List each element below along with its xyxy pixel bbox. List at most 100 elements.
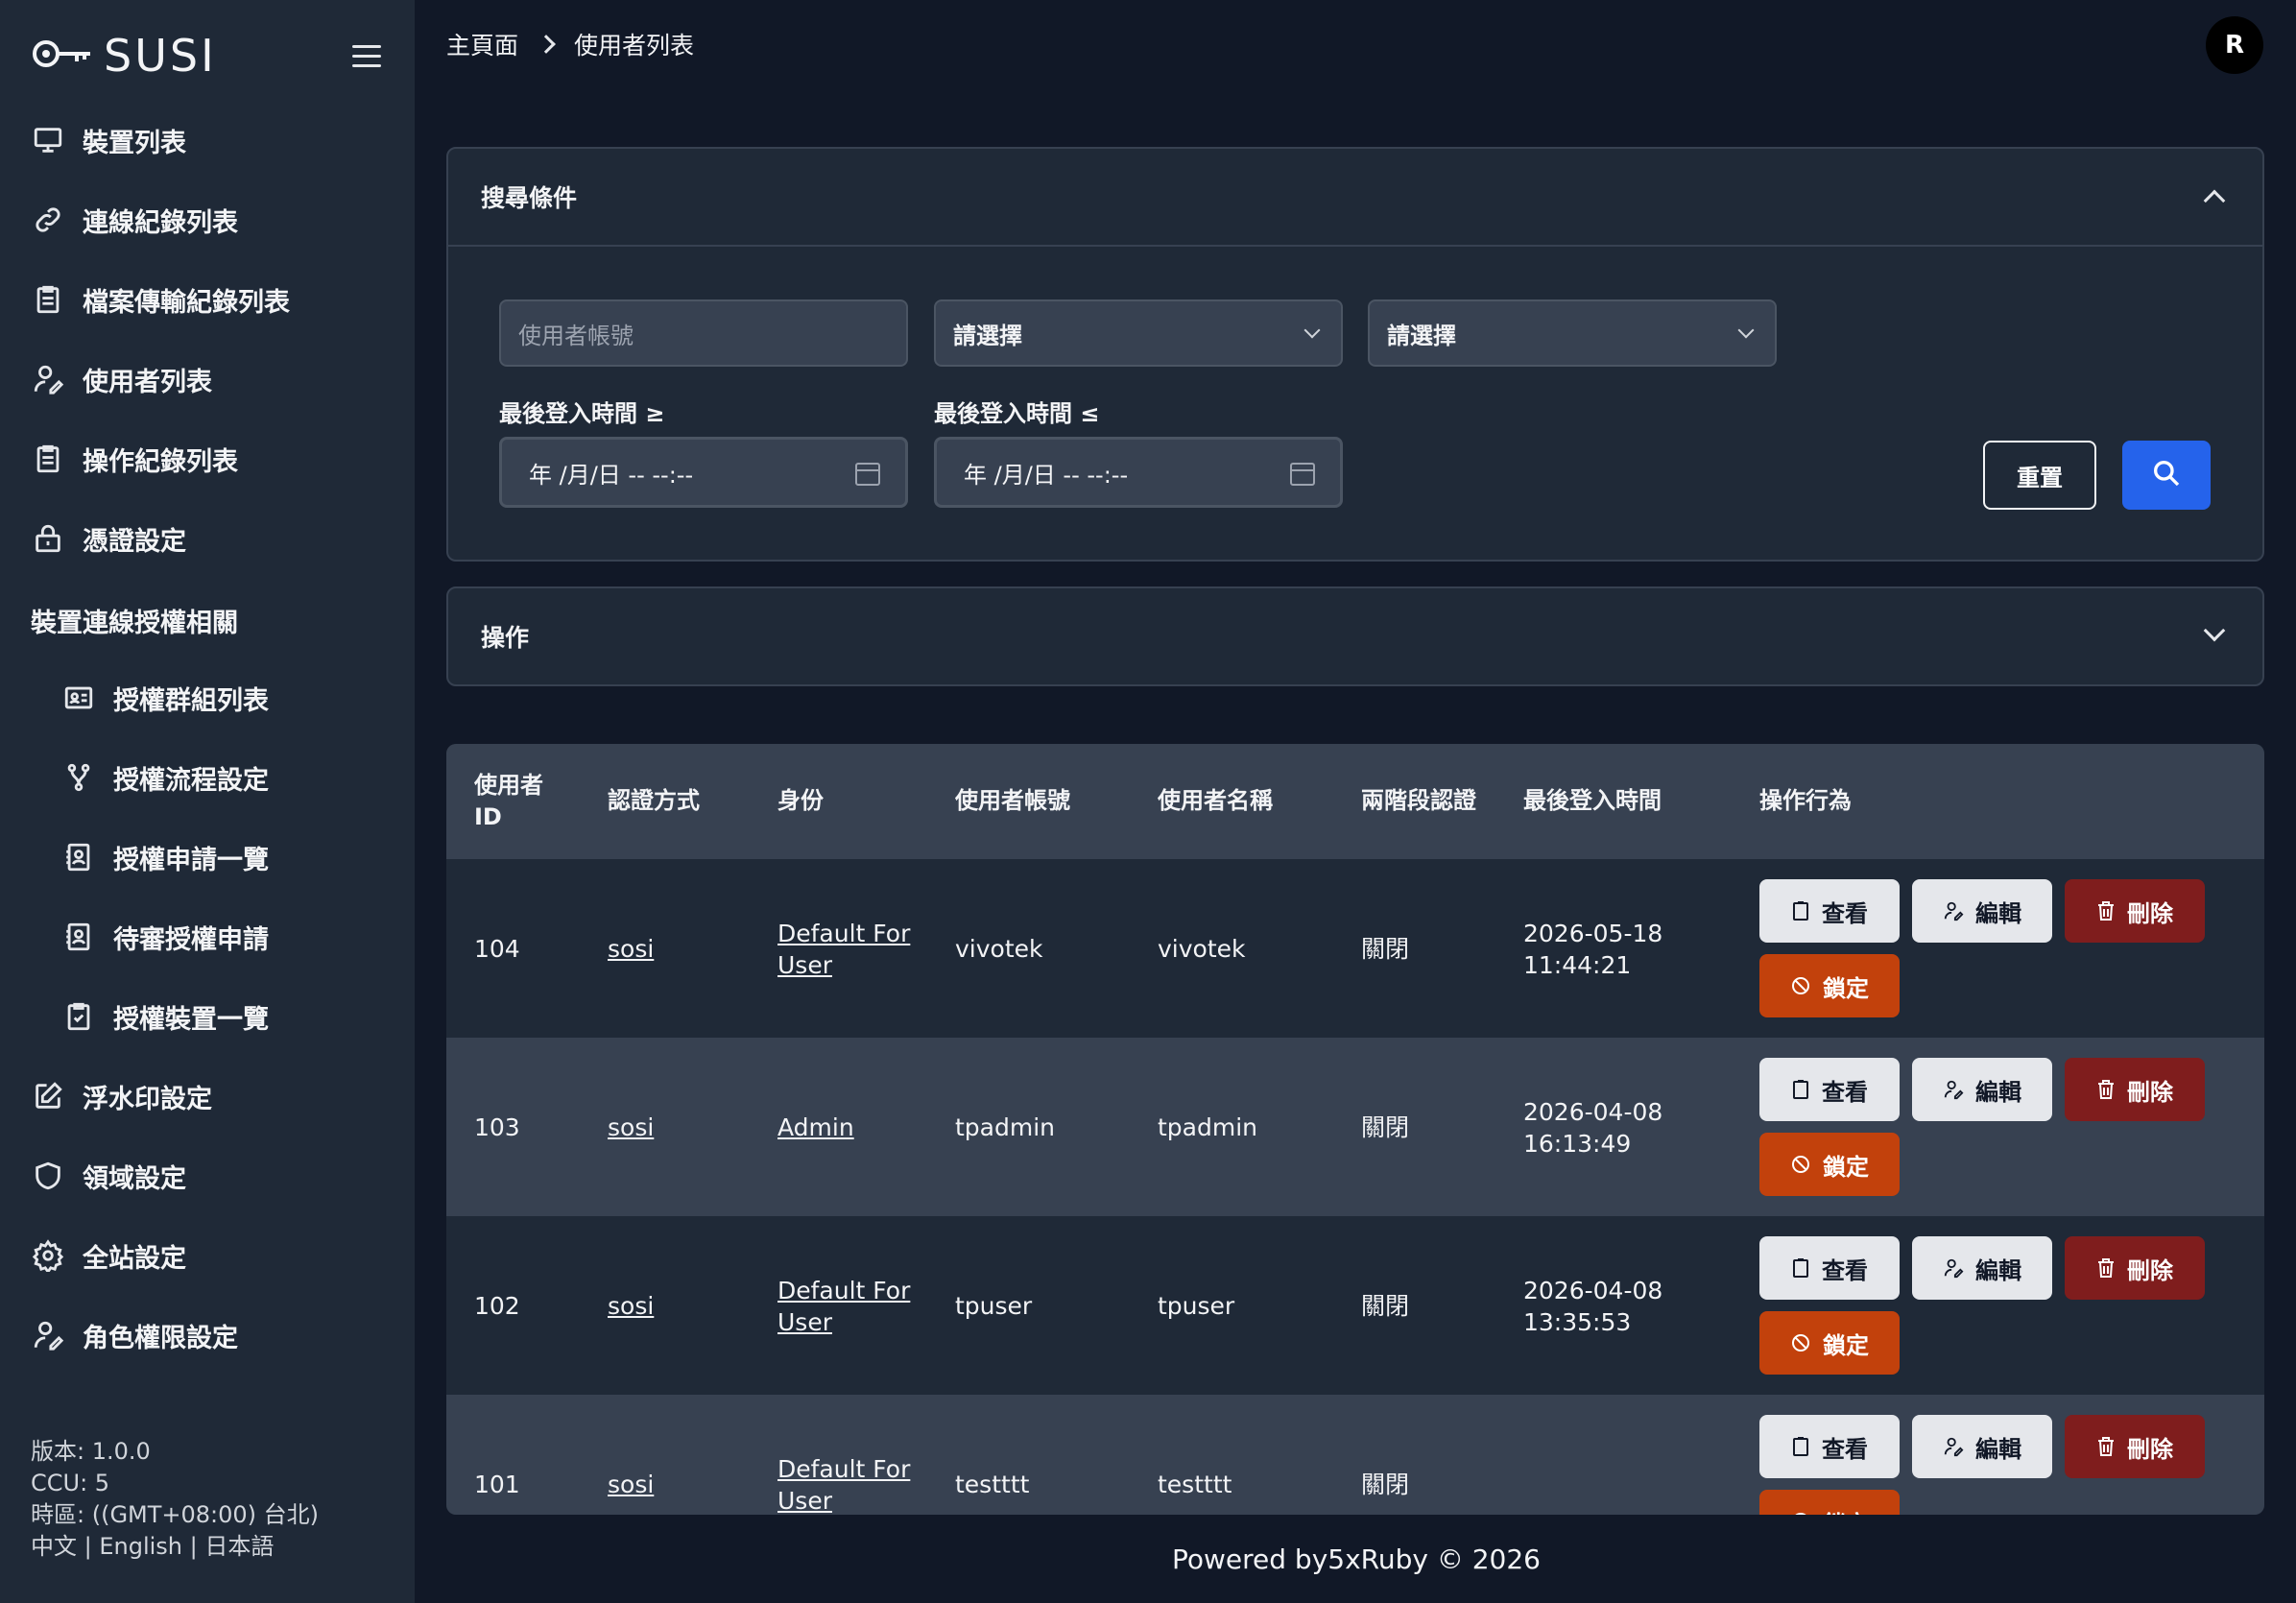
lock-button[interactable]: 鎖定 xyxy=(1759,1311,1900,1375)
edit-button[interactable]: 編輯 xyxy=(1912,1236,2052,1300)
delete-button[interactable]: 刪除 xyxy=(2065,1236,2205,1300)
header-user-id[interactable]: 使用者 ID xyxy=(474,770,543,833)
sidebar-item-auth-groups[interactable]: 授權群組列表 xyxy=(61,671,269,725)
cell-user-id: 101 xyxy=(474,1471,520,1498)
avatar[interactable]: R xyxy=(2206,16,2263,74)
lock-label: 鎖定 xyxy=(1823,1153,1869,1181)
menu-toggle-icon[interactable] xyxy=(349,38,384,73)
sidebar-item-users[interactable]: 使用者列表 xyxy=(31,352,212,406)
powered-by-footer: Powered by5xRuby © 2026 xyxy=(0,1543,2296,1575)
search-button[interactable] xyxy=(2122,441,2211,510)
edit-button[interactable]: 編輯 xyxy=(1912,879,2052,943)
edit-label: 編輯 xyxy=(1975,1078,2021,1106)
cell-user-id: 102 xyxy=(474,1292,520,1320)
sidebar-item-label: 浮水印設定 xyxy=(83,1084,212,1114)
chevron-right-icon xyxy=(537,35,556,54)
cell-role-link[interactable]: Default For User xyxy=(777,1453,910,1515)
lock-button[interactable]: 鎖定 xyxy=(1759,954,1900,1017)
chevron-up-icon[interactable] xyxy=(2203,189,2226,212)
sidebar-item-role-permissions[interactable]: 角色權限設定 xyxy=(31,1308,238,1362)
sidebar-item-site-settings[interactable]: 全站設定 xyxy=(31,1229,186,1282)
cell-auth-link[interactable]: sosi xyxy=(608,1469,654,1500)
sidebar-item-connection-log[interactable]: 連線紀錄列表 xyxy=(31,193,238,247)
monitor-icon xyxy=(31,123,65,157)
select-filter-2[interactable]: 請選擇 xyxy=(1368,299,1777,367)
powered-by-text: Powered by5xRuby © 2026 xyxy=(1171,1543,1541,1575)
sidebar-item-pending-requests[interactable]: 待審授權申請 xyxy=(61,910,269,964)
sidebar-item-label: 裝置列表 xyxy=(83,128,186,158)
calendar-icon[interactable] xyxy=(1290,463,1315,486)
view-button[interactable]: 查看 xyxy=(1759,1415,1900,1478)
trash-icon xyxy=(2096,1436,2116,1457)
sidebar-item-domain[interactable]: 領域設定 xyxy=(31,1149,186,1203)
edit-button[interactable]: 編輯 xyxy=(1912,1058,2052,1121)
cell-name: testttt xyxy=(1158,1471,1232,1498)
sidebar-item-operation-log[interactable]: 操作紀錄列表 xyxy=(31,432,238,486)
actions-panel-header[interactable]: 操作 xyxy=(448,588,2262,684)
header-auth-method[interactable]: 認證方式 xyxy=(608,785,700,817)
view-label: 查看 xyxy=(1822,1256,1868,1284)
ban-icon xyxy=(1790,975,1811,996)
cell-auth-link[interactable]: sosi xyxy=(608,933,654,965)
brand-logo[interactable]: SUSI xyxy=(31,29,217,83)
sidebar-item-label: 授權裝置一覽 xyxy=(113,1004,269,1035)
sidebar-item-label: 憑證設定 xyxy=(83,526,186,557)
cell-auth-link[interactable]: sosi xyxy=(608,1112,654,1143)
reset-button[interactable]: 重置 xyxy=(1983,441,2096,510)
view-button[interactable]: 查看 xyxy=(1759,1236,1900,1300)
sidebar-item-certificate[interactable]: 憑證設定 xyxy=(31,512,186,565)
cell-user-id: 103 xyxy=(474,1113,520,1141)
delete-button[interactable]: 刪除 xyxy=(2065,1415,2205,1478)
edit-button[interactable]: 編輯 xyxy=(1912,1415,2052,1478)
cell-auth-link[interactable]: sosi xyxy=(608,1290,654,1322)
sidebar-item-label: 待審授權申請 xyxy=(113,924,269,955)
sidebar-item-file-transfer-log[interactable]: 檔案傳輸紀錄列表 xyxy=(31,273,290,326)
lock-button[interactable]: 鎖定 xyxy=(1759,1133,1900,1196)
delete-label: 刪除 xyxy=(2127,899,2173,927)
table-row: 102 sosi Default For User tpuser tpuser … xyxy=(446,1216,2264,1395)
sidebar-item-watermark[interactable]: 浮水印設定 xyxy=(31,1069,212,1123)
select-filter-1[interactable]: 請選擇 xyxy=(934,299,1343,367)
header-user-id-line1: 使用者 xyxy=(474,772,543,799)
cell-name: tpuser xyxy=(1158,1292,1235,1320)
sidebar-item-devices[interactable]: 裝置列表 xyxy=(31,113,186,167)
header-name[interactable]: 使用者名稱 xyxy=(1158,785,1273,817)
login-before-label: 最後登入時間 ≤ xyxy=(934,400,1100,427)
cell-role-link[interactable]: Default For User xyxy=(777,918,910,981)
login-after-date-input[interactable]: 年 /月/日 -- --:-- xyxy=(499,437,908,508)
delete-button[interactable]: 刪除 xyxy=(2065,1058,2205,1121)
view-button[interactable]: 查看 xyxy=(1759,1058,1900,1121)
calendar-icon[interactable] xyxy=(855,463,880,486)
sidebar-item-label: 使用者列表 xyxy=(83,367,212,397)
sidebar-item-auth-flow[interactable]: 授權流程設定 xyxy=(61,751,269,804)
cell-last-login: 2026-04-08 13:35:53 xyxy=(1523,1275,1662,1338)
cell-name: tpadmin xyxy=(1158,1113,1258,1141)
view-label: 查看 xyxy=(1822,1078,1868,1106)
breadcrumb-home[interactable]: 主頁面 xyxy=(446,27,518,61)
ban-icon xyxy=(1790,1332,1811,1353)
cell-two-factor: 關閉 xyxy=(1361,1471,1410,1498)
cell-role-link[interactable]: Default For User xyxy=(777,1275,910,1338)
sidebar-item-label: 連線紀錄列表 xyxy=(83,207,238,238)
header-last-login[interactable]: 最後登入時間 xyxy=(1523,785,1662,817)
users-table: 使用者 ID 認證方式 身份 使用者帳號 使用者名稱 兩階段認證 最後登入時間 … xyxy=(446,744,2264,1515)
header-account[interactable]: 使用者帳號 xyxy=(955,785,1070,817)
view-button[interactable]: 查看 xyxy=(1759,879,1900,943)
lock-icon xyxy=(31,521,65,556)
cell-account: tpuser xyxy=(955,1292,1033,1320)
header-role[interactable]: 身份 xyxy=(777,785,824,817)
header-two-factor[interactable]: 兩階段認證 xyxy=(1361,785,1476,817)
lock-button[interactable]: 鎖定 xyxy=(1759,1490,1900,1515)
chevron-down-icon[interactable] xyxy=(2203,619,2226,642)
sidebar-item-label: 角色權限設定 xyxy=(83,1323,238,1353)
search-panel-header[interactable]: 搜尋條件 xyxy=(448,149,2262,245)
account-search-input[interactable]: 使用者帳號 xyxy=(499,299,908,367)
delete-button[interactable]: 刪除 xyxy=(2065,879,2205,943)
login-before-date-input[interactable]: 年 /月/日 -- --:-- xyxy=(934,437,1343,508)
ban-icon xyxy=(1790,1154,1811,1175)
sidebar-item-auth-devices[interactable]: 授權裝置一覽 xyxy=(61,990,269,1043)
delete-label: 刪除 xyxy=(2127,1256,2173,1284)
sidebar-item-auth-requests[interactable]: 授權申請一覽 xyxy=(61,830,269,884)
cell-role-link[interactable]: Admin xyxy=(777,1112,854,1143)
role-line2: User xyxy=(777,1308,832,1336)
